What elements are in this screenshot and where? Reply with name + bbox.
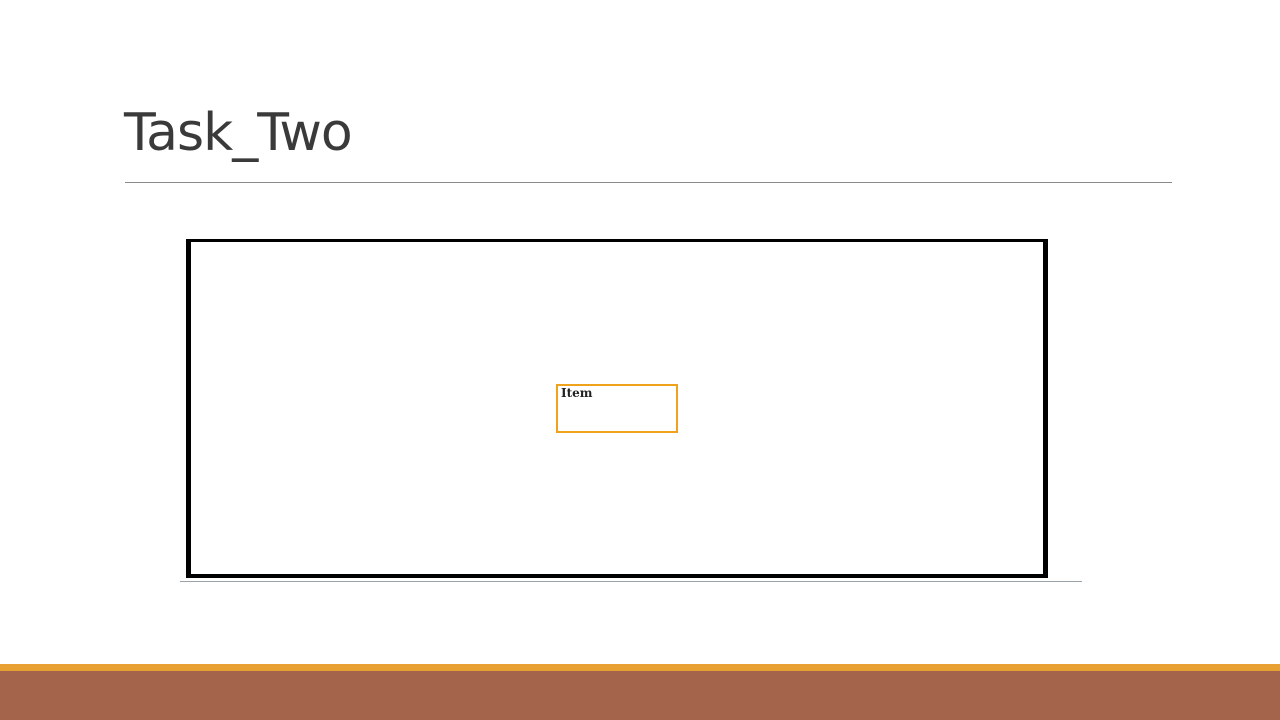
footer-accent-bar (0, 664, 1280, 671)
title-divider (125, 182, 1172, 183)
footer-band (0, 671, 1280, 720)
item-label: Item (561, 386, 593, 400)
slide-title: Task_Two (124, 103, 353, 163)
picture-underline (180, 581, 1082, 582)
item-box: Item (556, 384, 678, 433)
slide: Task_Two Item (0, 0, 1280, 720)
